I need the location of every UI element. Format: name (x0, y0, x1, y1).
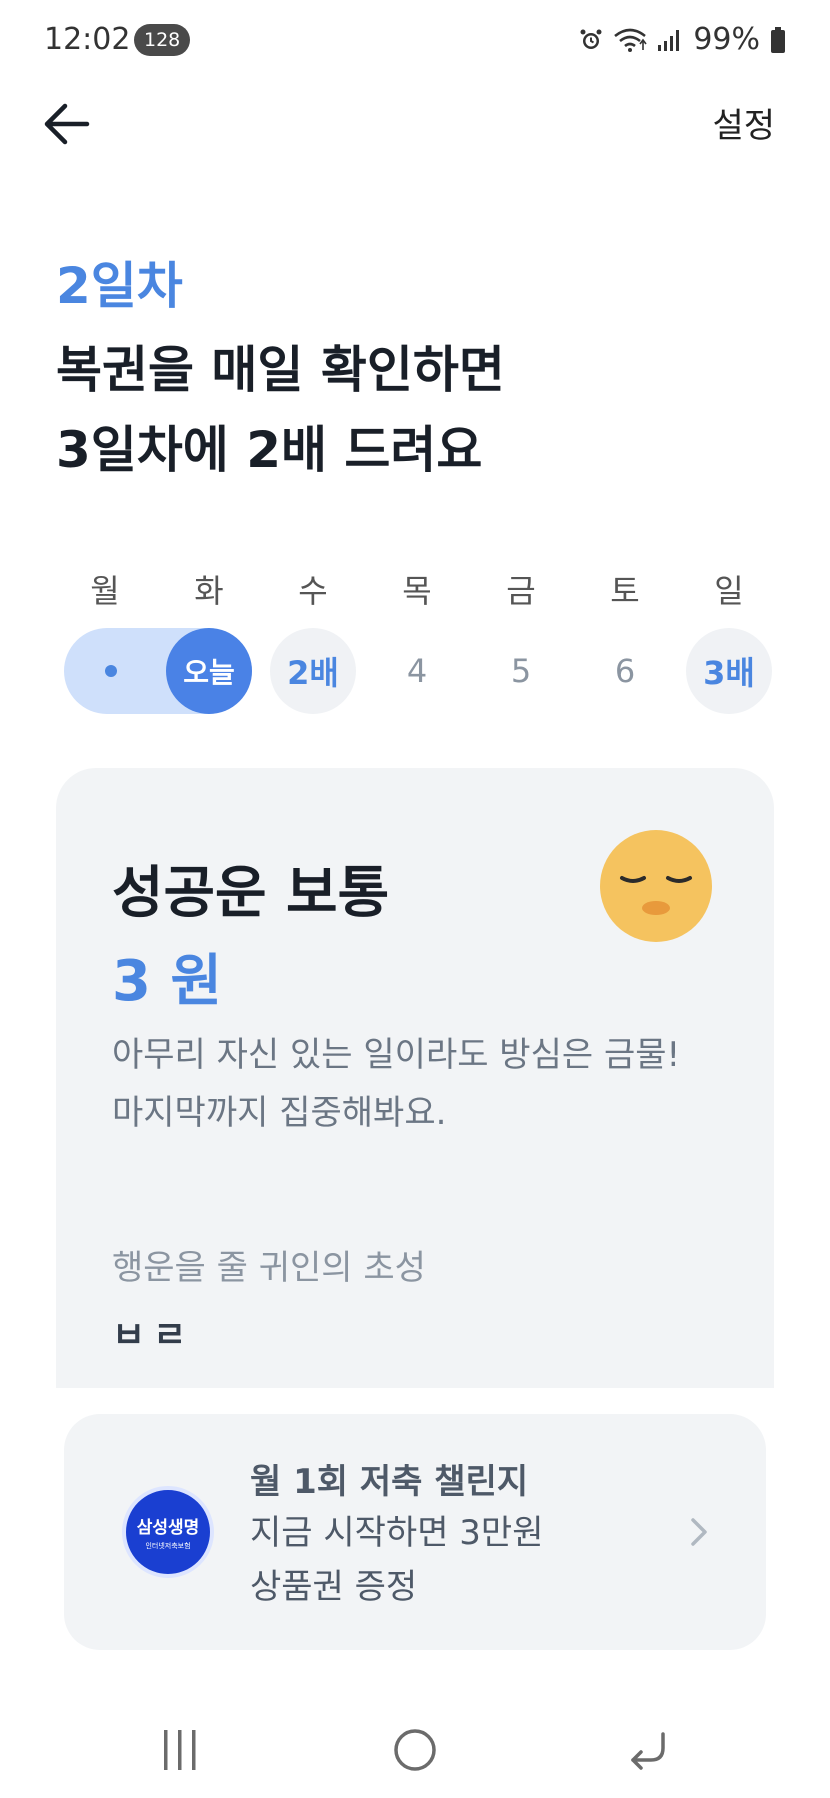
wifi-icon (614, 28, 647, 52)
banner-body: 지금 시작하면 3만원 상품권 증정 (250, 1506, 544, 1614)
back-button[interactable] (36, 94, 96, 154)
day-sat: 6 (614, 652, 636, 690)
arrow-left-icon (44, 103, 90, 145)
day-today: 오늘 (166, 628, 252, 714)
fortune-description-line-2: 마지막까지 집중해봐요. (112, 1093, 447, 1133)
status-time: 12:02 (44, 22, 131, 57)
day-count-label: 2일차 (56, 257, 183, 315)
notification-count-badge: 128 (134, 24, 191, 56)
headline-line-1: 복권을 매일 확인하면 (56, 341, 505, 399)
fortune-card: 성공운 보통 3 원 아무리 자신 있는 일이라도 방심은 금물! 마지막까지 … (56, 768, 774, 1388)
signal-icon (658, 29, 680, 51)
status-bar: 12:02 128 99% (0, 0, 830, 80)
fortune-amount: 3 원 (112, 949, 222, 1014)
banner-body-line-1: 지금 시작하면 3만원 (250, 1513, 544, 1553)
fortune-description-line-1: 아무리 자신 있는 일이라도 방심은 금물! (112, 1035, 681, 1075)
recent-apps-icon (164, 1730, 196, 1770)
settings-button[interactable]: 설정 (712, 98, 775, 147)
weekday-thu: 목 (402, 572, 432, 610)
completed-day-dot (105, 665, 117, 677)
system-navigation-bar (0, 1700, 830, 1798)
day-fri: 5 (510, 652, 532, 690)
logo-main-text: 삼성생명 (136, 1518, 200, 1538)
savings-challenge-banner[interactable]: 삼성생명 인터넷저축보험 월 1회 저축 챌린지 지금 시작하면 3만원 상품권… (64, 1414, 766, 1650)
back-nav-icon (631, 1732, 665, 1770)
weekday-row: 월 화 수 목 금 토 일 (62, 566, 772, 610)
status-icons: 99% (579, 22, 786, 57)
logo-sub-text: 인터넷저축보험 (145, 1542, 191, 1550)
headline: 복권을 매일 확인하면 3일차에 2배 드려요 (56, 330, 505, 490)
day-wed-bonus: 2배 (270, 628, 356, 714)
relieved-face-icon (600, 830, 712, 942)
alarm-icon (580, 29, 602, 49)
samsung-life-logo: 삼성생명 인터넷저축보험 (122, 1486, 214, 1578)
chevron-right-icon (691, 1518, 707, 1546)
top-bar: 설정 (0, 88, 830, 158)
weekday-mon: 월 (90, 572, 120, 610)
home-circle-icon (394, 1729, 436, 1771)
fortune-title: 성공운 보통 (112, 861, 390, 926)
weekday-sun: 일 (714, 572, 744, 610)
recent-apps-button[interactable] (140, 1720, 220, 1780)
headline-line-2: 3일차에 2배 드려요 (56, 421, 483, 479)
day-thu: 4 (406, 652, 428, 690)
battery-icon (771, 26, 785, 53)
home-button[interactable] (375, 1720, 455, 1780)
banner-title: 월 1회 저축 챌린지 (250, 1462, 529, 1502)
back-nav-button[interactable] (607, 1720, 687, 1780)
day-sun-bonus: 3배 (686, 628, 772, 714)
lucky-person-hint-label: 행운을 줄 귀인의 초성 (112, 1248, 426, 1288)
weekday-tue: 화 (194, 572, 224, 610)
fortune-description: 아무리 자신 있는 일이라도 방심은 금물! 마지막까지 집중해봐요. (112, 1026, 680, 1142)
weekday-sat: 토 (610, 572, 640, 610)
banner-body-line-2: 상품권 증정 (250, 1567, 418, 1607)
battery-percent: 99% (693, 22, 760, 57)
lucky-person-initials: ㅂㄹ (112, 1315, 195, 1356)
weekday-fri: 금 (506, 572, 536, 610)
weekday-wed: 수 (298, 572, 328, 610)
